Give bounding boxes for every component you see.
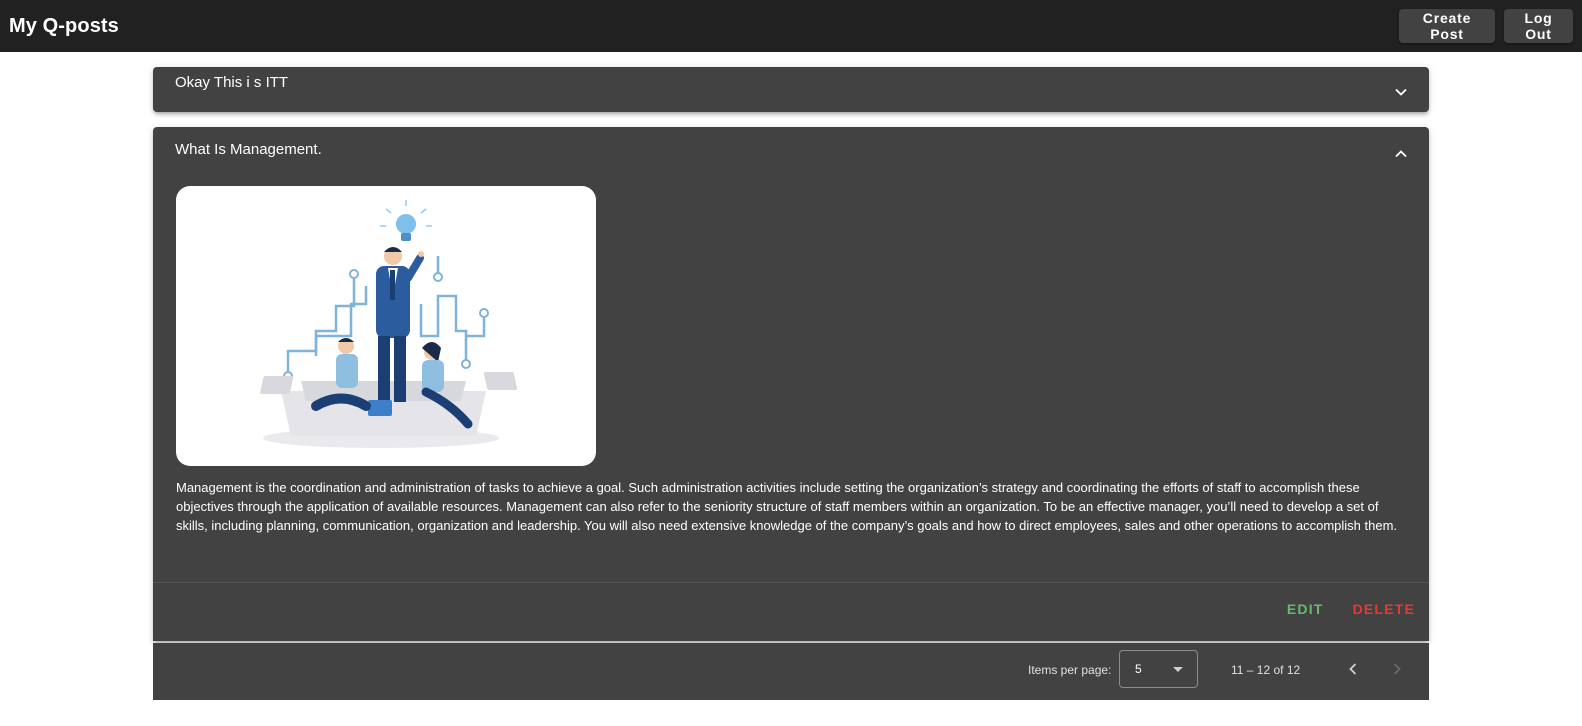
chevron-up-icon <box>1393 146 1409 162</box>
post-title: Okay This i s ITT <box>175 74 289 91</box>
post-panel-expanded: What Is Management. Management is the co… <box>153 127 1429 641</box>
app-title: My Q-posts <box>9 14 119 37</box>
chevron-left-icon <box>1349 663 1357 675</box>
create-post-button[interactable]: Create Post <box>1399 9 1495 43</box>
chevron-right-icon <box>1393 663 1401 675</box>
management-illustration-image <box>176 186 596 466</box>
post-panel-collapsed: Okay This i s ITT <box>153 67 1429 112</box>
paginator: Items per page: 5 11 – 12 of 12 <box>153 643 1429 700</box>
edit-button[interactable]: EDIT <box>1287 601 1324 617</box>
delete-button[interactable]: DELETE <box>1353 601 1415 617</box>
next-page-button[interactable] <box>1387 659 1407 679</box>
previous-page-button[interactable] <box>1343 659 1363 679</box>
top-toolbar: My Q-posts Create Post Log Out <box>0 0 1582 52</box>
items-per-page-select[interactable]: 5 <box>1119 650 1198 688</box>
post-actions: EDIT DELETE <box>1287 601 1415 617</box>
chevron-down-icon <box>1393 84 1409 100</box>
post-title: What Is Management. <box>175 141 322 158</box>
post-body-text: Management is the coordination and admin… <box>176 480 1398 533</box>
page-range-label: 11 – 12 of 12 <box>1231 663 1301 677</box>
action-divider <box>153 582 1429 583</box>
dropdown-arrow-icon <box>1173 667 1183 672</box>
toolbar-actions: Create Post Log Out <box>1399 9 1573 43</box>
page-size-value: 5 <box>1135 662 1142 676</box>
post-panel-header[interactable]: What Is Management. <box>153 127 1429 185</box>
log-out-button[interactable]: Log Out <box>1504 9 1573 43</box>
items-per-page-label: Items per page: <box>1028 663 1112 677</box>
post-panel-header[interactable]: Okay This i s ITT <box>153 67 1429 112</box>
